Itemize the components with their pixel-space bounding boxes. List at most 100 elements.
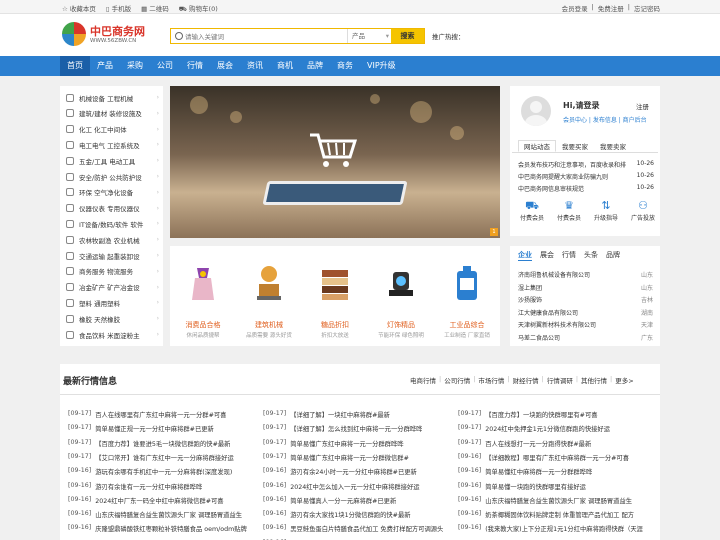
latest-row[interactable]: [09-16] 黑豆鲑鱼蛋白片特膳食品代加工 免费打样配方可调源头: [263, 524, 458, 536]
nav-item[interactable]: 展会: [210, 56, 240, 76]
category-menu-item[interactable]: 建筑/建材 装修设施及 ›: [60, 106, 163, 121]
latest-row[interactable]: [09-16] 奶茶椰糊固体饮料贴牌定制 体重管理产品代加工 配方: [458, 510, 653, 522]
feature-item[interactable]: 消费品合格 休闲品质捷帮: [170, 254, 236, 342]
search-button[interactable]: 搜索: [391, 29, 424, 43]
company-tab[interactable]: 展会: [540, 250, 554, 261]
nav-item[interactable]: 产品: [90, 56, 120, 76]
latest-row[interactable]: [09-16] 山东庆福特膳复合益生菌饮源头厂家 调理肠胃道益生: [68, 510, 263, 522]
topbar-link[interactable]: ▦ 二维码: [141, 3, 169, 14]
latest-row[interactable]: [09-16] 简单易懂真人一分一元麻将群#已更新: [263, 496, 458, 508]
quick-link[interactable]: ⛟ 付费会员: [515, 198, 549, 230]
feature-item[interactable]: 工业品综合 工业制造 厂家直销: [434, 254, 500, 342]
quick-link[interactable]: ♛ 付费会员: [552, 198, 586, 230]
latest-row[interactable]: [09-17] 百人在线想打一元一分跑得快群#最新: [458, 439, 653, 451]
category-menu-item[interactable]: 冶金矿产 矿产冶金设 ›: [60, 280, 163, 295]
company-tab[interactable]: 品牌: [606, 250, 620, 261]
latest-row[interactable]: [09-17] 【详细了解】一块红中麻将群#最新: [263, 410, 458, 422]
latest-row[interactable]: [09-17] 简单易懂广东红中麻将一元一分群群哗哗: [263, 439, 458, 451]
latest-category-link[interactable]: 行情调研: [547, 375, 573, 385]
latest-row[interactable]: [09-16] 2024红中怎么加入一元一分红中麻将群接好运: [263, 482, 458, 494]
topbar-account-link[interactable]: 免费注册: [598, 3, 624, 13]
company-tab[interactable]: 头条: [584, 250, 598, 261]
latest-category-link[interactable]: 其他行情: [581, 375, 607, 385]
nav-item[interactable]: 资讯: [240, 56, 270, 76]
news-item[interactable]: 中巴商务网提醒大家商业防骗九则 10-26: [518, 172, 654, 181]
category-menu-item[interactable]: 食品饮料 米面淀粉主 ›: [60, 327, 163, 342]
feature-item[interactable]: 建筑机械 品质需要 源头好货: [236, 254, 302, 342]
latest-row[interactable]: [09-16] 游刃有余24小时一元一分红中麻将群#已更新: [263, 467, 458, 479]
category-menu-item[interactable]: 农林牧副渔 农业机械 ›: [60, 232, 163, 247]
member-links[interactable]: 会员中心 | 发布信息 | 商户后台: [563, 115, 647, 124]
category-menu-item[interactable]: 塑料 通用塑料 ›: [60, 295, 163, 310]
nav-item[interactable]: 行情: [180, 56, 210, 76]
latest-row[interactable]: [09-16] 庆隆盟鼎磷酸铁红枣颗粒补铁特膳食品 oem/odm贴牌: [68, 524, 263, 536]
latest-category-link[interactable]: 电商行情: [410, 375, 436, 385]
category-menu-item[interactable]: 橡胶 天然橡胶 ›: [60, 311, 163, 326]
latest-category-link[interactable]: 公司行情: [444, 375, 470, 385]
category-menu-item[interactable]: 环保 空气净化设备 ›: [60, 185, 163, 200]
news-item[interactable]: 会员发布技巧和注意事项，百度收录和排 10-26: [518, 160, 654, 169]
nav-item[interactable]: 商机: [270, 56, 300, 76]
category-menu-item[interactable]: 商务服务 物流服务 ›: [60, 264, 163, 279]
latest-row[interactable]: [09-17] 简单易懂广东红中麻将一元一分群微信群#: [263, 453, 458, 465]
category-menu-item[interactable]: 五金/工具 电动工具 ›: [60, 153, 163, 168]
site-logo[interactable]: 中巴商务网 WWW.56ZBW.CN: [62, 20, 147, 50]
latest-row[interactable]: [09-17] 【艾口常开】谁有广东红中一元一分麻将群接好运: [68, 453, 263, 465]
feature-item[interactable]: 灯饰精品 节能环保 绿色照明: [368, 254, 434, 342]
tab-item[interactable]: 网站动态: [518, 140, 556, 152]
nav-item[interactable]: 商务: [330, 56, 360, 76]
quick-link[interactable]: ⇅ 升级指导: [589, 198, 623, 230]
company-tab[interactable]: 企业: [518, 250, 532, 261]
company-item[interactable]: 马差二食品公司 广东: [518, 333, 653, 342]
search-category-select[interactable]: 产品: [347, 29, 392, 43]
company-item[interactable]: 湿上集团 山东: [518, 283, 653, 292]
latest-row[interactable]: [09-16] 2024红中厂东一码全中红中麻将微信群#可喜: [68, 496, 263, 508]
feature-item[interactable]: 糖品折扣 折扣大放送: [302, 254, 368, 342]
search-input[interactable]: [185, 31, 335, 42]
login-title[interactable]: Hi,请登录: [563, 100, 599, 111]
category-menu-item[interactable]: 机械设备 工程机械 ›: [60, 90, 163, 105]
company-item[interactable]: 沙扬服饰 吉林: [518, 295, 653, 304]
category-menu-item[interactable]: 化工 化工中间体 ›: [60, 122, 163, 137]
latest-category-link[interactable]: 财经行情: [513, 375, 539, 385]
company-item[interactable]: 江大健康食品有限公司 湖南: [518, 308, 653, 317]
company-item[interactable]: 天津树翼新材料技术有限公司 天津: [518, 320, 653, 329]
topbar-link[interactable]: ▯ 手机版: [106, 3, 131, 14]
latest-row[interactable]: [09-16] 简单易懂红中麻将群一元一分群群哗哗: [458, 467, 653, 479]
topbar-link[interactable]: ☆ 收藏本页: [62, 3, 96, 14]
company-item[interactable]: 济南翊鲁机械设备有限公司 山东: [518, 270, 653, 279]
nav-item[interactable]: 品牌: [300, 56, 330, 76]
latest-row[interactable]: [09-17] 【百度力荐】谁要进5毛一块微信群跑的快#最新: [68, 439, 263, 451]
nav-item[interactable]: 首页: [60, 56, 90, 76]
latest-row[interactable]: [09-16] 游刃有余大家找1块1分微信群跑的快#最新: [263, 510, 458, 522]
company-tab[interactable]: 行情: [562, 250, 576, 261]
tab-item[interactable]: 我要卖家: [594, 140, 632, 152]
category-menu-item[interactable]: 安全/防护 公共防护设 ›: [60, 169, 163, 184]
category-menu-item[interactable]: 仪器仪表 专用仪器仪 ›: [60, 201, 163, 216]
category-menu-item[interactable]: 电工电气 工控系统及 ›: [60, 137, 163, 152]
topbar-account-link[interactable]: 忘记密码: [634, 3, 660, 13]
latest-category-link[interactable]: 市场行情: [478, 375, 504, 385]
topbar-link[interactable]: ⛟ 购物车(0): [179, 3, 218, 14]
latest-row[interactable]: [09-17] 【详细了解】怎么找到红中麻将一元一分群哗哗: [263, 424, 458, 436]
latest-row[interactable]: [09-17] 【百度力荐】一块跑的快群哪里有#可喜: [458, 410, 653, 422]
nav-item[interactable]: VIP升级: [360, 56, 403, 76]
nav-item[interactable]: 采购: [120, 56, 150, 76]
latest-row[interactable]: [09-17] 2024红中免押金1元1分微信群跑的快接好运: [458, 424, 653, 436]
register-link[interactable]: 注册: [636, 101, 649, 111]
nav-item[interactable]: 公司: [150, 56, 180, 76]
news-item[interactable]: 中巴商务网信息审核规范 10-26: [518, 184, 654, 193]
latest-row[interactable]: [09-16] 山东庆福特膳复合益生菌饮源头厂家 调理肠胃道益生: [458, 496, 653, 508]
quick-link[interactable]: ⚇ 广告投放: [626, 198, 660, 230]
category-menu-item[interactable]: IT设备/数码/软件 软件 ›: [60, 216, 163, 231]
topbar-account-link[interactable]: 会员登录: [562, 3, 588, 13]
latest-row[interactable]: [09-16] 简单易懂一块跑的快群哪里有接好运: [458, 482, 653, 494]
latest-row[interactable]: [09-16] 【详细教程】哪里有广东红中麻将群一元一分#可喜: [458, 453, 653, 465]
category-menu-item[interactable]: 交通运输 起重装卸设 ›: [60, 248, 163, 263]
tab-item[interactable]: 我要买家: [556, 140, 594, 152]
latest-category-link[interactable]: 更多>: [615, 375, 633, 385]
banner-page-indicator[interactable]: 1: [490, 228, 498, 236]
latest-row[interactable]: [09-16] 游玩有余哪有手机红中一元一分麻将群(深度发现): [68, 467, 263, 479]
latest-row[interactable]: [09-16] (我来教大家)上下分正规1元1分红中麻将跑得快群（天涯: [458, 524, 653, 536]
banner-carousel[interactable]: 1: [170, 86, 500, 238]
